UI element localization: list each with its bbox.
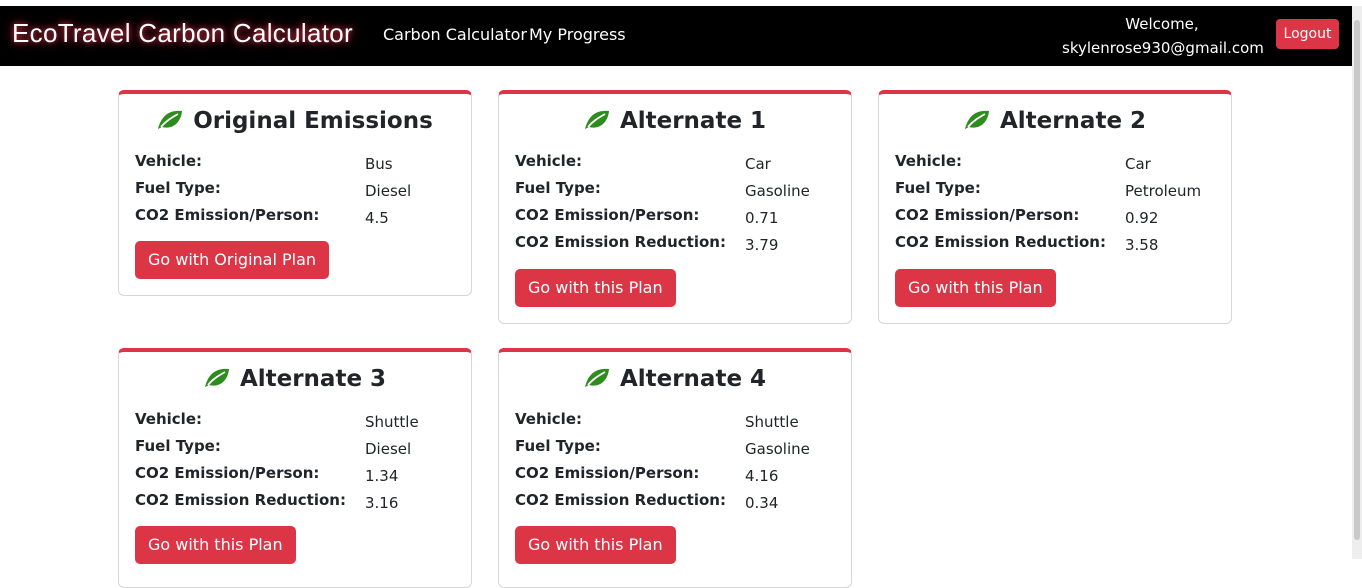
vehicle-label: Vehicle: xyxy=(515,410,582,428)
vehicle-label: Vehicle: xyxy=(515,152,582,170)
navbar: EcoTravel Carbon Calculator Carbon Calcu… xyxy=(0,6,1352,66)
leaf-icon xyxy=(158,110,183,129)
co2-person-value: 1.34 xyxy=(365,467,399,485)
card-title-text: Alternate 2 xyxy=(999,108,1147,134)
fuel-type-value: Gasoline xyxy=(745,182,810,200)
vehicle-value: Bus xyxy=(365,155,393,173)
fuel-type-row: Fuel Type: Gasoline xyxy=(515,437,837,461)
leaf-icon xyxy=(204,368,229,387)
co2-reduction-row: CO2 Emission Reduction: 0.34 xyxy=(515,491,837,515)
co2-reduction-label: CO2 Emission Reduction: xyxy=(895,233,1106,251)
card-title: Alternate 3 xyxy=(119,364,471,394)
co2-person-value: 4.16 xyxy=(745,467,779,485)
scrollbar-thumb[interactable] xyxy=(1354,20,1360,540)
logout-button[interactable]: Logout xyxy=(1276,19,1339,49)
nav-link-my-progress[interactable]: My Progress xyxy=(529,25,626,44)
card-alternate-4: Alternate 4 Vehicle: Shuttle Fuel Type: … xyxy=(498,348,852,588)
vehicle-row: Vehicle: Car xyxy=(515,152,837,176)
leaf-icon xyxy=(584,368,609,387)
vehicle-value: Shuttle xyxy=(365,413,419,431)
fuel-type-label: Fuel Type: xyxy=(515,179,601,197)
vehicle-label: Vehicle: xyxy=(135,152,202,170)
vehicle-label: Vehicle: xyxy=(895,152,962,170)
co2-reduction-value: 3.58 xyxy=(1125,236,1159,254)
co2-reduction-row: CO2 Emission Reduction: 3.16 xyxy=(135,491,457,515)
vehicle-label: Vehicle: xyxy=(135,410,202,428)
fuel-type-value: Diesel xyxy=(365,440,412,458)
co2-person-label: CO2 Emission/Person: xyxy=(135,206,320,224)
vehicle-row: Vehicle: Car xyxy=(895,152,1217,176)
co2-reduction-row: CO2 Emission Reduction: 3.58 xyxy=(895,233,1217,257)
co2-person-label: CO2 Emission/Person: xyxy=(895,206,1080,224)
vehicle-value: Shuttle xyxy=(745,413,799,431)
co2-reduction-value: 3.79 xyxy=(745,236,779,254)
fuel-type-label: Fuel Type: xyxy=(515,437,601,455)
co2-person-label: CO2 Emission/Person: xyxy=(515,206,700,224)
co2-reduction-label: CO2 Emission Reduction: xyxy=(135,491,346,509)
fuel-type-label: Fuel Type: xyxy=(135,437,221,455)
card-alternate-1: Alternate 1 Vehicle: Car Fuel Type: Gaso… xyxy=(498,90,852,324)
user-email: skylenrose930@gmail.com xyxy=(1062,39,1264,57)
vehicle-value: Car xyxy=(745,155,771,173)
go-with-plan-button[interactable]: Go with this Plan xyxy=(895,269,1056,307)
co2-person-row: CO2 Emission/Person: 1.34 xyxy=(135,464,457,488)
welcome-text: Welcome, xyxy=(1125,15,1199,33)
card-title: Alternate 1 xyxy=(499,106,851,136)
co2-reduction-value: 0.34 xyxy=(745,494,779,512)
card-title-text: Alternate 1 xyxy=(619,108,767,134)
co2-person-row: CO2 Emission/Person: 4.5 xyxy=(135,206,457,230)
go-with-original-plan-button[interactable]: Go with Original Plan xyxy=(135,241,330,279)
co2-person-value: 0.71 xyxy=(745,209,779,227)
card-original-emissions: Original Emissions Vehicle: Bus Fuel Typ… xyxy=(118,90,472,296)
co2-person-value: 0.92 xyxy=(1125,209,1159,227)
welcome-block: Welcome, skylenrose930@gmail.com xyxy=(1062,12,1264,60)
co2-person-row: CO2 Emission/Person: 0.92 xyxy=(895,206,1217,230)
card-title: Alternate 4 xyxy=(499,364,851,394)
card-title-text: Original Emissions xyxy=(193,108,433,134)
fuel-type-value: Petroleum xyxy=(1125,182,1202,200)
co2-reduction-value: 3.16 xyxy=(365,494,399,512)
vehicle-value: Car xyxy=(1125,155,1151,173)
co2-reduction-label: CO2 Emission Reduction: xyxy=(515,233,726,251)
fuel-type-label: Fuel Type: xyxy=(895,179,981,197)
co2-person-value: 4.5 xyxy=(365,209,389,227)
go-with-plan-button[interactable]: Go with this Plan xyxy=(515,526,676,564)
vehicle-row: Vehicle: Bus xyxy=(135,152,457,176)
card-alternate-3: Alternate 3 Vehicle: Shuttle Fuel Type: … xyxy=(118,348,472,588)
card-title-text: Alternate 3 xyxy=(239,366,387,392)
fuel-type-row: Fuel Type: Diesel xyxy=(135,437,457,461)
fuel-type-label: Fuel Type: xyxy=(135,179,221,197)
leaf-icon xyxy=(584,110,609,129)
fuel-type-row: Fuel Type: Petroleum xyxy=(895,179,1217,203)
co2-reduction-row: CO2 Emission Reduction: 3.79 xyxy=(515,233,837,257)
fuel-type-row: Fuel Type: Gasoline xyxy=(515,179,837,203)
fuel-type-row: Fuel Type: Diesel xyxy=(135,179,457,203)
co2-person-row: CO2 Emission/Person: 0.71 xyxy=(515,206,837,230)
co2-reduction-label: CO2 Emission Reduction: xyxy=(515,491,726,509)
fuel-type-value: Gasoline xyxy=(745,440,810,458)
co2-person-label: CO2 Emission/Person: xyxy=(515,464,700,482)
nav-link-carbon-calculator[interactable]: Carbon Calculator xyxy=(383,25,527,44)
co2-person-label: CO2 Emission/Person: xyxy=(135,464,320,482)
card-alternate-2: Alternate 2 Vehicle: Car Fuel Type: Petr… xyxy=(878,90,1232,324)
card-title: Alternate 2 xyxy=(879,106,1231,136)
leaf-icon xyxy=(964,110,989,129)
go-with-plan-button[interactable]: Go with this Plan xyxy=(135,526,296,564)
card-title-text: Alternate 4 xyxy=(619,366,767,392)
brand-title[interactable]: EcoTravel Carbon Calculator xyxy=(12,18,353,49)
co2-person-row: CO2 Emission/Person: 4.16 xyxy=(515,464,837,488)
vehicle-row: Vehicle: Shuttle xyxy=(515,410,837,434)
vehicle-row: Vehicle: Shuttle xyxy=(135,410,457,434)
fuel-type-value: Diesel xyxy=(365,182,412,200)
go-with-plan-button[interactable]: Go with this Plan xyxy=(515,269,676,307)
card-title: Original Emissions xyxy=(119,106,471,136)
